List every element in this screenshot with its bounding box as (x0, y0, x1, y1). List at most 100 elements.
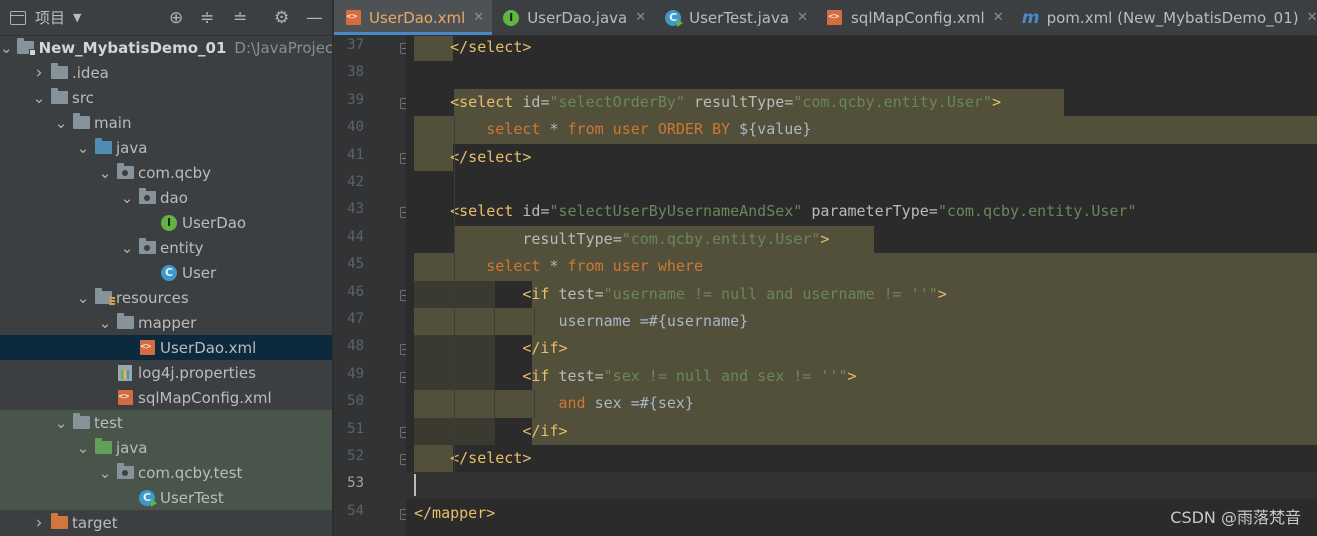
tree-item-label: src (72, 88, 94, 107)
chevron-down-icon[interactable]: ⌄ (98, 165, 112, 180)
chevron-down-icon[interactable]: ⌄ (54, 415, 68, 430)
tree-item[interactable]: log4j.properties (0, 360, 332, 385)
tab-userdao-xml[interactable]: UserDao.xml ✕ (334, 0, 493, 35)
code-token: </select> (450, 449, 532, 467)
chevron-down-icon[interactable]: ⌄ (120, 240, 134, 255)
line-number: 45 (347, 256, 364, 273)
chevron-right-icon[interactable]: › (32, 63, 46, 83)
tree-item[interactable]: ⌄ src (0, 85, 332, 110)
code-token: from (567, 257, 604, 276)
tree-item[interactable]: sqlMapConfig.xml (0, 385, 332, 410)
close-icon[interactable]: ✕ (1307, 10, 1317, 25)
code-token: = (612, 229, 622, 248)
tree-item-label: main (94, 113, 132, 132)
tree-item[interactable]: I UserDao (0, 210, 332, 235)
chevron-down-icon[interactable]: ⌄ (54, 115, 68, 130)
code-token: "selectUserByUsernameAndSex" (549, 202, 803, 221)
tree-item[interactable]: ⌄ test (0, 410, 332, 435)
tree-item[interactable]: ⌄ mapper (0, 310, 332, 335)
code-token: <if (522, 366, 559, 385)
code-token: username =#{username} (414, 312, 749, 330)
tree-item[interactable]: › target (0, 510, 332, 535)
interface-icon: I (502, 9, 520, 27)
line-number: 47 (347, 311, 364, 327)
hide-panel-icon[interactable]: — (306, 8, 323, 28)
xml-file-icon (344, 9, 362, 27)
code-token: = (594, 284, 604, 303)
project-path: D:\JavaProjec (234, 38, 333, 57)
indent-guide (534, 308, 535, 336)
package-icon (138, 238, 156, 257)
tree-item[interactable]: C User (0, 260, 332, 285)
gear-icon[interactable]: ⚙ (274, 8, 289, 28)
tree-item[interactable]: ⌄ New_MybatisDemo_01 D:\JavaProjec (0, 35, 332, 60)
expand-all-icon[interactable]: ≑ (200, 8, 214, 28)
close-icon[interactable]: ✕ (473, 10, 484, 25)
code-editor[interactable]: </select> <select id = "selectOrderBy" res… (406, 36, 1317, 536)
chevron-down-icon[interactable]: ⌄ (76, 440, 90, 455)
code-token: "com.qcby.entity.User" (621, 229, 821, 248)
code-token: test (558, 284, 595, 303)
tree-item[interactable]: ⌄ entity (0, 235, 332, 260)
chevron-down-icon[interactable]: ⌄ (32, 90, 46, 105)
tab-label: UserTest.java (689, 8, 790, 27)
chevron-down-icon[interactable]: ⌄ (98, 465, 112, 480)
source-folder-icon (94, 138, 112, 157)
code-token: "sex != null and sex != ''" (603, 366, 848, 385)
code-line: resultType="com.qcby.entity.User"> (414, 226, 829, 253)
project-panel-title[interactable]: 项目 (35, 7, 65, 28)
code-token: and (558, 394, 586, 413)
tree-item[interactable]: UserDao.xml (0, 335, 332, 360)
tab-usertest-java[interactable]: C UserTest.java ✕ (654, 0, 816, 35)
tree-item-label: UserDao.xml (160, 338, 257, 357)
line-number: 40 (347, 119, 364, 136)
code-token: resultType (522, 229, 613, 248)
close-icon[interactable]: ✕ (993, 10, 1004, 25)
tree-item[interactable]: ⌄ java (0, 435, 332, 460)
tree-item[interactable]: ⌄ com.qcby (0, 160, 332, 185)
chevron-down-icon[interactable]: ⌄ (76, 140, 90, 155)
chevron-down-icon[interactable]: ⌄ (98, 315, 112, 330)
tree-item[interactable]: ⌄ resources (0, 285, 332, 310)
chevron-down-icon[interactable]: ⌄ (0, 40, 13, 55)
code-token: = (594, 366, 604, 385)
close-icon[interactable]: ✕ (797, 10, 808, 25)
collapse-all-icon[interactable]: ≐ (233, 8, 247, 28)
code-token: = (784, 92, 794, 111)
tree-item[interactable]: ⌄ dao (0, 185, 332, 210)
code-line: </mapper> (414, 500, 495, 527)
locate-file-icon[interactable]: ⊕ (169, 8, 183, 28)
tree-item[interactable]: ⌄ com.qcby.test (0, 460, 332, 485)
tree-item[interactable]: › .idea (0, 60, 332, 85)
chevron-down-icon[interactable]: ⌄ (120, 190, 134, 205)
tree-item[interactable]: C UserTest (0, 485, 332, 510)
code-token: test (558, 366, 595, 385)
tab-sqlmapconfig-xml[interactable]: sqlMapConfig.xml ✕ (816, 0, 1012, 35)
tab-pom-xml[interactable]: m pom.xml (New_MybatisDemo_01) ✕ (1012, 0, 1317, 35)
xml-file-icon (826, 9, 844, 27)
tab-label: pom.xml (New_MybatisDemo_01) (1046, 8, 1299, 27)
tree-item[interactable]: ⌄ java (0, 135, 332, 160)
code-token: resultType (684, 92, 785, 111)
chevron-down-icon[interactable]: ▼ (73, 11, 81, 24)
tree-item[interactable]: ⌄ main (0, 110, 332, 135)
code-line: select * from user where (414, 253, 703, 280)
tree-item-label: User (182, 263, 217, 282)
chevron-right-icon[interactable]: › (32, 513, 46, 533)
code-line: <select id="selectUserByUsernameAndSex" … (414, 198, 1136, 225)
tree-item-label: java (116, 438, 148, 457)
tab-userdao-java[interactable]: I UserDao.java ✕ (492, 0, 654, 35)
chevron-down-icon[interactable]: ⌄ (76, 290, 90, 305)
tree-item-label: sqlMapConfig.xml (138, 388, 272, 407)
project-panel: 项目 ▼ ⊕ ≑ ≐ ⚙ — ⌄ New_MybatisDemo_01 D:\Jav… (0, 0, 333, 536)
code-token: * (540, 257, 568, 276)
close-icon[interactable]: ✕ (635, 10, 646, 25)
code-token: ORDER BY (657, 120, 731, 139)
code-token: = (928, 202, 938, 221)
